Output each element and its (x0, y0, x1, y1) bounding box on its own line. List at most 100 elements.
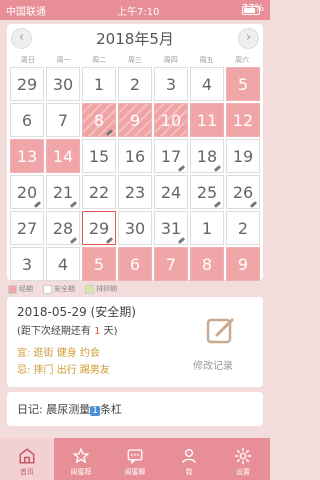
calendar-day[interactable]: 3 (10, 247, 44, 281)
diary-card[interactable]: 日记: 晨尿测量 1 条杠 (7, 392, 263, 426)
day-number: 21 (52, 182, 74, 202)
day-number: 8 (93, 110, 105, 130)
calendar-day[interactable]: 31 (154, 211, 188, 245)
day-number: 29 (88, 218, 110, 238)
day-number: 22 (88, 182, 110, 202)
diary-text: 日记: 晨尿测量 1 条杠 (17, 401, 122, 417)
day-number: 7 (165, 254, 177, 274)
legend-item: 排卵期 (85, 284, 117, 294)
calendar-day[interactable]: 20 (10, 175, 44, 209)
legend-item: 经期 (8, 284, 33, 294)
calendar-day[interactable]: 10 (154, 103, 188, 137)
day-number: 28 (52, 218, 74, 238)
weekday-label: 周五 (199, 56, 214, 64)
day-number: 2 (237, 218, 249, 238)
calendar-day[interactable]: 5 (226, 67, 260, 101)
next-month-button[interactable]: › (238, 28, 259, 49)
calendar-day[interactable]: 12 (226, 103, 260, 137)
weekday-header: 周日 周一 周二 周三 周四 周五 周六 (10, 55, 260, 65)
day-number: 14 (52, 146, 74, 166)
note-mark-icon (105, 237, 114, 244)
day-number: 12 (232, 110, 254, 130)
calendar-day[interactable]: 2 (226, 211, 260, 245)
weekday-label: 周二 (92, 56, 107, 64)
day-info-panel: 2018-05-29 (安全期) (距下次经期还有 1 天) 宜: 逛街 健身 … (7, 297, 263, 387)
countdown-days: 1 (94, 326, 101, 337)
calendar-day[interactable]: 30 (118, 211, 152, 245)
day-number: 10 (160, 110, 182, 130)
calendar-day[interactable]: 18 (190, 139, 224, 173)
calendar-day[interactable]: 21 (46, 175, 80, 209)
month-title: 2018年5月 (96, 30, 174, 48)
day-number: 23 (124, 182, 146, 202)
calendar-day[interactable]: 5 (82, 247, 116, 281)
tab-user[interactable]: 我 (162, 438, 216, 480)
day-number: 18 (196, 146, 218, 166)
calendar-day[interactable]: 22 (82, 175, 116, 209)
calendar-day[interactable]: 6 (118, 247, 152, 281)
calendar-day[interactable]: 30 (46, 67, 80, 101)
calendar-day[interactable]: 29 (10, 67, 44, 101)
calendar-day[interactable]: 9 (118, 103, 152, 137)
calendar-card: ‹ 2018年5月 › 周日 周一 周二 周三 周四 周五 周六 29 30 1 2 3 4 5 6 7 8 9… (7, 24, 263, 281)
day-number: 25 (196, 182, 218, 202)
day-number: 6 (21, 110, 33, 130)
calendar-day[interactable]: 26 (226, 175, 260, 209)
calendar-day[interactable]: 8 (82, 103, 116, 137)
note-mark-icon (249, 201, 258, 208)
note-mark-icon (177, 237, 186, 244)
chat-icon (127, 449, 143, 465)
calendar-day[interactable]: 11 (190, 103, 224, 137)
clock: 上午7:10 (117, 7, 160, 18)
day-number: 29 (16, 74, 38, 94)
edit-record-button[interactable]: 修改记录 (193, 357, 233, 372)
tab-chat[interactable]: 闺蜜聊 (108, 438, 162, 480)
calendar-day[interactable]: 4 (190, 67, 224, 101)
calendar-grid: 29 30 1 2 3 4 5 6 7 8 9 10 11 12 13 14 15 16 17 18 19 20 21 22 2… (10, 67, 262, 281)
calendar-day[interactable]: 4 (46, 247, 80, 281)
calendar-day[interactable]: 1 (82, 67, 116, 101)
day-number: 1 (93, 74, 105, 94)
calendar-day[interactable]: 17 (154, 139, 188, 173)
calendar-day[interactable]: 8 (190, 247, 224, 281)
legend-label: 排卵期 (96, 285, 117, 293)
tab-gear[interactable]: 设置 (216, 438, 270, 480)
calendar-day[interactable]: 6 (10, 103, 44, 137)
calendar-day[interactable]: 28 (46, 211, 80, 245)
day-number: 17 (160, 146, 182, 166)
day-number: 30 (124, 218, 146, 238)
calendar-day[interactable]: 14 (46, 139, 80, 173)
calendar-day[interactable]: 23 (118, 175, 152, 209)
edit-icon[interactable] (205, 315, 237, 347)
calendar-day[interactable]: 27 (10, 211, 44, 245)
legend-label: 经期 (19, 285, 33, 293)
calendar-day[interactable]: 7 (154, 247, 188, 281)
calendar-day[interactable]: 24 (154, 175, 188, 209)
carrier-label: 中国联通 (6, 7, 46, 18)
day-number: 4 (201, 74, 213, 94)
calendar-day[interactable]: 3 (154, 67, 188, 101)
calendar-day[interactable]: 16 (118, 139, 152, 173)
day-number: 31 (160, 218, 182, 238)
calendar-day[interactable]: 7 (46, 103, 80, 137)
day-number: 24 (160, 182, 182, 202)
diary-badge: 1 (90, 406, 100, 416)
calendar-day[interactable]: 19 (226, 139, 260, 173)
calendar-day[interactable]: 25 (190, 175, 224, 209)
calendar-day[interactable]: 1 (190, 211, 224, 245)
day-number: 26 (232, 182, 254, 202)
legend-label: 安全期 (54, 285, 75, 293)
legend: 经期 安全期 排卵期 (8, 284, 117, 294)
tab-home[interactable]: 首页 (0, 438, 54, 480)
legend-swatch (8, 284, 17, 294)
tab-label: 闺蜜荐 (70, 468, 92, 476)
calendar-day[interactable]: 13 (10, 139, 44, 173)
selected-date: 2018-05-29 (安全期) (17, 305, 136, 319)
calendar-day-today[interactable]: 29 (82, 211, 116, 245)
calendar-day[interactable]: 15 (82, 139, 116, 173)
tab-label: 设置 (236, 468, 250, 476)
calendar-day[interactable]: 9 (226, 247, 260, 281)
tab-star[interactable]: 闺蜜荐 (54, 438, 108, 480)
day-number: 3 (165, 74, 177, 94)
calendar-day[interactable]: 2 (118, 67, 152, 101)
